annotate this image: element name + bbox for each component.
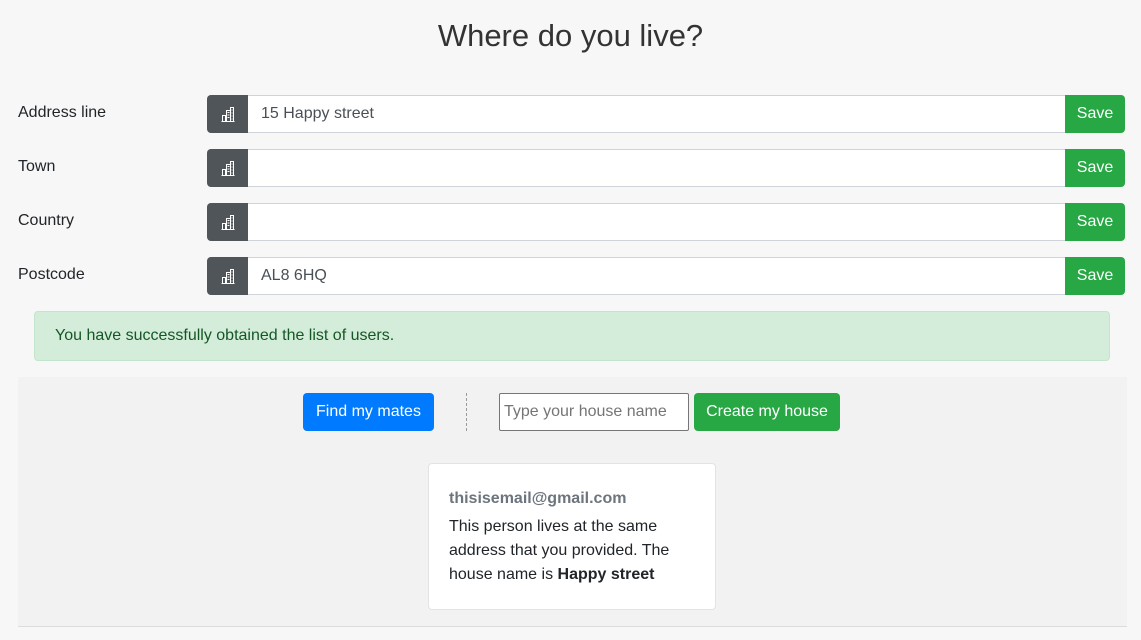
alert-message: You have successfully obtained the list …: [55, 327, 395, 344]
find-my-mates-button[interactable]: Find my mates: [303, 393, 434, 431]
form-row-town: Town Save: [0, 149, 1141, 187]
form-row-postcode: Postcode Save: [0, 257, 1141, 295]
building-icon: [207, 149, 249, 187]
address-line-input[interactable]: [248, 95, 1066, 133]
town-input[interactable]: [248, 149, 1066, 187]
mate-house-name: Happy street: [557, 566, 655, 583]
form-row-country: Country Save: [0, 203, 1141, 241]
mate-description: This person lives at the same address th…: [449, 515, 695, 587]
create-my-house-button[interactable]: Create my house: [694, 393, 840, 431]
divider: [466, 393, 467, 431]
success-alert: You have successfully obtained the list …: [34, 311, 1110, 361]
field-label: Country: [18, 212, 75, 229]
save-town-button[interactable]: Save: [1065, 149, 1125, 187]
country-input[interactable]: [248, 203, 1066, 241]
house-name-input[interactable]: [499, 393, 689, 431]
field-label: Address line: [18, 104, 107, 121]
mate-email: thisisemail@gmail.com: [449, 490, 627, 507]
field-label: Town: [18, 158, 56, 175]
building-icon: [207, 95, 249, 133]
save-postcode-button[interactable]: Save: [1065, 257, 1125, 295]
postcode-input[interactable]: [248, 257, 1066, 295]
building-icon: [207, 203, 249, 241]
building-icon: [207, 257, 249, 295]
page-title: Where do you live?: [437, 18, 704, 53]
mates-panel: Find my mates Create my house thisisemai…: [18, 377, 1127, 627]
save-country-button[interactable]: Save: [1065, 203, 1125, 241]
mate-card: thisisemail@gmail.com This person lives …: [428, 463, 716, 610]
save-address-line-button[interactable]: Save: [1065, 95, 1125, 133]
form-row-address-line: Address line Save: [0, 95, 1141, 133]
field-label: Postcode: [18, 266, 85, 283]
page: Where do you live? Address line Save Tow…: [0, 0, 1141, 640]
